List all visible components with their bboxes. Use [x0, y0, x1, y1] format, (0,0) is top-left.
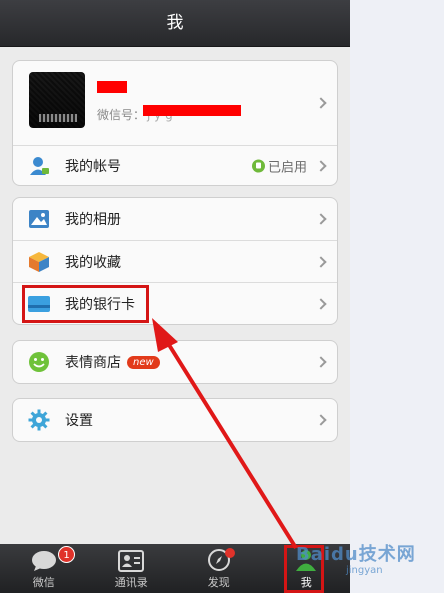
- watermark: Baidu技术网: [296, 544, 416, 565]
- watermark-sub: jingyan: [346, 565, 383, 576]
- annotation-arrow: [152, 318, 298, 550]
